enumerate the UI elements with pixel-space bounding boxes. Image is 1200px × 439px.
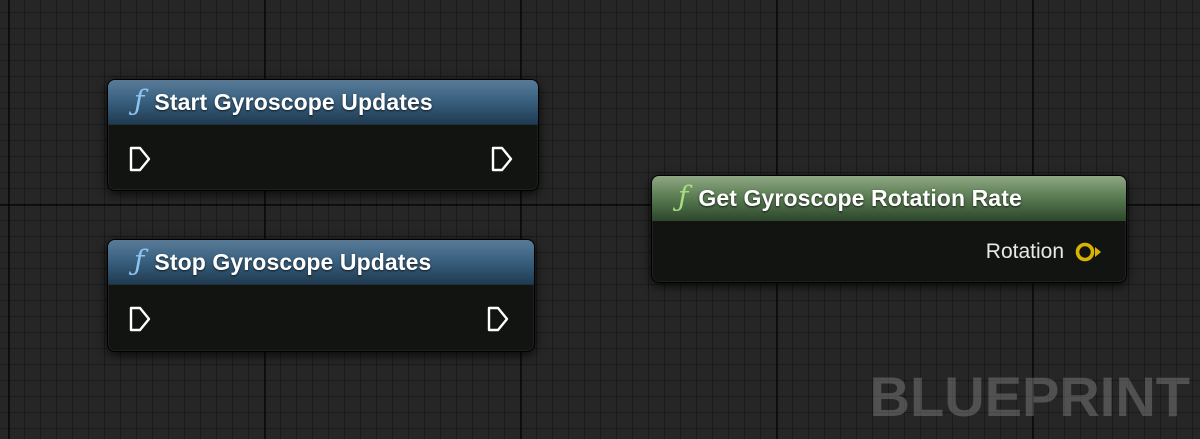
node-header[interactable]: ƒ Start Gyroscope Updates xyxy=(108,80,538,125)
exec-output-pin-icon[interactable] xyxy=(486,306,510,332)
node-title: Get Gyroscope Rotation Rate xyxy=(698,184,1022,211)
exec-output-pin-icon[interactable] xyxy=(490,146,514,172)
node-title: Start Gyroscope Updates xyxy=(154,88,433,115)
rotation-output-pin[interactable]: Rotation xyxy=(986,240,1104,264)
blueprint-graph-canvas[interactable]: ƒ Start Gyroscope Updates ƒ Stop Gyrosco… xyxy=(0,0,1200,439)
exec-input-pin-icon[interactable] xyxy=(128,146,152,172)
node-stop-gyroscope-updates[interactable]: ƒ Stop Gyroscope Updates xyxy=(107,239,535,352)
node-get-gyroscope-rotation-rate[interactable]: ƒ Get Gyroscope Rotation Rate Rotation xyxy=(651,175,1127,283)
rotation-pin-label: Rotation xyxy=(985,240,1064,263)
node-start-gyroscope-updates[interactable]: ƒ Start Gyroscope Updates xyxy=(107,79,539,191)
function-icon: ƒ xyxy=(678,180,689,213)
rotator-pin-icon[interactable] xyxy=(1074,241,1104,263)
node-title: Stop Gyroscope Updates xyxy=(154,248,432,275)
node-header[interactable]: ƒ Get Gyroscope Rotation Rate xyxy=(652,176,1126,221)
exec-input-pin-icon[interactable] xyxy=(128,306,152,332)
function-icon: ƒ xyxy=(134,244,145,277)
node-header[interactable]: ƒ Stop Gyroscope Updates xyxy=(108,240,534,285)
blueprint-watermark: BLUEPRINT xyxy=(869,365,1190,428)
function-icon: ƒ xyxy=(134,84,145,117)
